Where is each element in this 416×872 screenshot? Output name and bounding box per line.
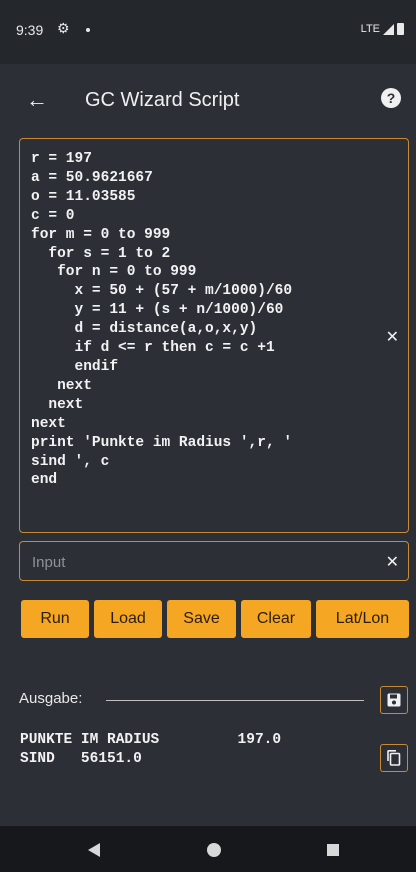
save-output-button[interactable] — [380, 686, 408, 714]
nav-recents-icon[interactable] — [327, 844, 339, 856]
signal-icon — [383, 23, 394, 35]
load-button[interactable]: Load — [94, 600, 162, 638]
latlon-button[interactable]: Lat/Lon — [316, 600, 409, 638]
script-code[interactable]: r = 197 a = 50.9621667 o = 11.03585 c = … — [31, 150, 292, 490]
back-arrow-icon[interactable]: ← — [26, 88, 48, 112]
copy-icon — [387, 750, 401, 766]
clear-button[interactable]: Clear — [241, 600, 311, 638]
output-label: Ausgabe: — [19, 690, 83, 707]
network-type: LTE — [360, 23, 380, 35]
output-divider — [106, 700, 364, 701]
save-button[interactable]: Save — [167, 600, 236, 638]
script-editor[interactable]: r = 197 a = 50.9621667 o = 11.03585 c = … — [19, 138, 409, 533]
gear-icon: ⚙ — [57, 20, 70, 36]
copy-output-button[interactable] — [380, 744, 408, 772]
input-field[interactable] — [30, 550, 374, 574]
help-icon[interactable]: ? — [381, 88, 401, 108]
notification-dot-icon — [86, 28, 90, 32]
clear-input-icon[interactable]: ✕ — [386, 552, 399, 572]
nav-home-icon[interactable] — [207, 843, 221, 857]
run-button[interactable]: Run — [21, 600, 89, 638]
app-bar: ← GC Wizard Script ? — [0, 64, 416, 138]
status-indicators: LTE — [361, 23, 404, 35]
battery-icon — [397, 23, 404, 35]
input-container: ✕ — [19, 541, 409, 581]
system-nav-bar — [0, 826, 416, 872]
save-disk-icon — [387, 693, 401, 707]
nav-back-icon[interactable] — [88, 843, 100, 857]
status-time: 9:39 — [16, 22, 44, 38]
output-text: PUNKTE IM RADIUS 197.0 SIND 56151.0 — [20, 732, 282, 767]
status-bar: 9:39 ⚙ LTE — [0, 0, 416, 64]
page-title: GC Wizard Script — [85, 89, 240, 111]
clear-script-icon[interactable]: ✕ — [386, 327, 399, 347]
